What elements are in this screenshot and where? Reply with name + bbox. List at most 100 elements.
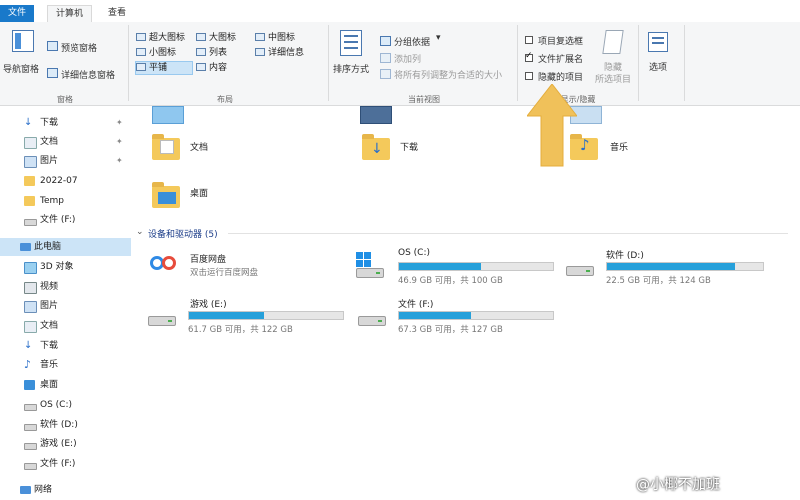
nav-item-drive-c[interactable]: OS (C:) xyxy=(0,396,131,414)
drive-c-usage-bar xyxy=(398,262,554,271)
layout-list[interactable]: 列表 xyxy=(196,47,227,59)
preview-pane-button[interactable]: 预览窗格 xyxy=(61,41,97,54)
hide-selected-icon[interactable] xyxy=(602,30,624,54)
pin-icon[interactable]: ✦ xyxy=(116,152,123,170)
layout-details[interactable]: 详细信息 xyxy=(255,47,304,59)
drive-c-usage-fill xyxy=(399,263,481,270)
drive-e-usage-fill xyxy=(189,312,265,319)
group-by-dropdown-icon[interactable]: ▾ xyxy=(436,33,441,43)
nav-item-downloads[interactable]: ↓ 下载 ✦ xyxy=(0,114,131,132)
nav-item-folder-2022-07[interactable]: 2022-07 xyxy=(0,172,131,190)
drive-d-icon[interactable] xyxy=(566,266,594,276)
pin-icon[interactable]: ✦ xyxy=(116,114,123,132)
layout-small-icons[interactable]: 小图标 xyxy=(136,47,176,59)
layout-content[interactable]: 内容 xyxy=(196,62,227,74)
layout-extra-large-icons[interactable]: 超大图标 xyxy=(136,32,185,44)
drive-c-name[interactable]: OS (C:) xyxy=(398,248,430,258)
options-icon[interactable] xyxy=(648,32,668,52)
sort-by-button[interactable]: 排序方式 xyxy=(333,62,369,75)
layout-item-label: 小图标 xyxy=(149,48,177,58)
layout-large-icons[interactable]: 大图标 xyxy=(196,32,236,44)
nav-item-drive-f-2[interactable]: 文件 (F:) xyxy=(0,455,131,473)
layout-item-label: 内容 xyxy=(209,63,228,73)
nav-item-3d-objects[interactable]: 3D 对象 xyxy=(0,258,131,276)
drive-d-usage-bar xyxy=(606,262,764,271)
folder-icon xyxy=(24,196,35,206)
layout-group-label: 布局 xyxy=(217,95,233,104)
pictures-folder-icon[interactable] xyxy=(152,106,184,124)
watermark: @小椰不加班 xyxy=(636,477,720,493)
nav-item-documents-2[interactable]: 文档 xyxy=(0,317,131,335)
nav-item-label: Temp xyxy=(40,196,64,206)
options-button[interactable]: 选项 xyxy=(649,60,667,73)
nav-item-label: 音乐 xyxy=(40,360,59,370)
size-columns-icon xyxy=(380,69,391,79)
hidden-items-checkbox[interactable] xyxy=(525,72,533,80)
ribbon-tab-bar: 文件 计算机 查看 xyxy=(0,0,800,23)
add-column-button[interactable]: 添加列 xyxy=(394,52,421,65)
details-pane-button[interactable]: 详细信息窗格 xyxy=(61,68,115,81)
nav-item-drive-d[interactable]: 软件 (D:) xyxy=(0,416,131,434)
desktop-folder-label[interactable]: 桌面 xyxy=(190,186,208,199)
group-separator xyxy=(517,25,518,101)
nav-item-drive-f[interactable]: 文件 (F:) xyxy=(0,211,131,229)
navigation-pane-button[interactable]: 导航窗格 xyxy=(3,62,39,75)
pane-group-label: 窗格 xyxy=(57,95,73,104)
downloads-folder-icon[interactable]: ↓ xyxy=(362,134,390,160)
drive-f-name[interactable]: 文件 (F:) xyxy=(398,297,433,310)
chevron-down-icon[interactable]: ⌄ xyxy=(136,227,144,237)
nav-item-documents[interactable]: 文档 ✦ xyxy=(0,133,131,151)
drive-c-icon[interactable] xyxy=(356,268,384,278)
windows-logo-icon[interactable] xyxy=(356,252,372,268)
nav-item-drive-e[interactable]: 游戏 (E:) xyxy=(0,435,131,453)
nav-item-label: 软件 (D:) xyxy=(40,420,78,430)
desktop-folder-icon[interactable] xyxy=(152,182,180,208)
drive-d-name[interactable]: 软件 (D:) xyxy=(606,248,644,261)
nav-item-downloads-2[interactable]: ↓ 下载 xyxy=(0,337,131,355)
nav-item-music[interactable]: ♪ 音乐 xyxy=(0,356,131,374)
tab-computer[interactable]: 计算机 xyxy=(47,5,93,23)
group-separator xyxy=(684,25,685,101)
baidu-netdisk-name[interactable]: 百度网盘 xyxy=(190,252,226,265)
tab-file[interactable]: 文件 xyxy=(0,5,35,22)
picture-icon xyxy=(24,301,37,313)
videos-folder-icon[interactable] xyxy=(360,106,392,124)
layout-item-label: 平铺 xyxy=(149,63,168,73)
layout-medium-icons[interactable]: 中图标 xyxy=(255,32,295,44)
music-folder-label[interactable]: 音乐 xyxy=(610,140,628,153)
nav-item-pictures[interactable]: 图片 ✦ xyxy=(0,152,131,170)
nav-item-this-pc[interactable]: 此电脑 xyxy=(0,238,131,256)
sort-by-icon[interactable] xyxy=(340,30,362,56)
layout-tiles[interactable]: 平铺 xyxy=(135,61,193,75)
tab-view[interactable]: 查看 xyxy=(100,5,134,22)
drive-e-name[interactable]: 游戏 (E:) xyxy=(190,297,227,310)
nav-item-network[interactable]: 网络 xyxy=(0,481,131,499)
nav-item-temp[interactable]: Temp xyxy=(0,192,131,210)
nav-item-desktop[interactable]: 桌面 xyxy=(0,376,131,394)
drive-f-icon[interactable] xyxy=(358,316,386,326)
group-by-button[interactable]: 分组依据 xyxy=(394,35,430,48)
file-extensions-checkbox[interactable] xyxy=(525,51,533,62)
item-checkboxes-checkbox[interactable] xyxy=(525,36,533,44)
documents-folder-label[interactable]: 文档 xyxy=(190,140,208,153)
devices-section-header[interactable]: 设备和驱动器 (5) xyxy=(148,227,218,240)
nav-item-pictures-2[interactable]: 图片 xyxy=(0,297,131,315)
baidu-netdisk-icon[interactable] xyxy=(150,252,178,272)
hide-selected-label: 所选项目 xyxy=(595,75,632,85)
layout-item-label: 列表 xyxy=(209,48,228,58)
layout-item-label: 中图标 xyxy=(268,33,296,43)
ribbon: 导航窗格 预览窗格 详细信息窗格 窗格 超大图标 大图标 中图标 小图标 列表 … xyxy=(0,22,800,106)
nav-item-label: 视频 xyxy=(40,282,59,292)
pin-icon[interactable]: ✦ xyxy=(116,133,123,151)
document-icon xyxy=(24,137,37,149)
size-all-columns-button[interactable]: 将所有列调整为合适的大小 xyxy=(394,68,502,81)
navigation-pane-icon[interactable] xyxy=(12,30,34,52)
download-arrow-icon: ↓ xyxy=(24,117,33,128)
downloads-folder-label[interactable]: 下载 xyxy=(400,140,418,153)
drive-e-icon[interactable] xyxy=(148,316,176,326)
nav-item-videos[interactable]: 视频 xyxy=(0,278,131,296)
drive-icon xyxy=(24,404,37,411)
documents-folder-icon[interactable] xyxy=(152,134,180,160)
group-separator xyxy=(638,25,639,101)
drive-d-usage-fill xyxy=(607,263,735,270)
